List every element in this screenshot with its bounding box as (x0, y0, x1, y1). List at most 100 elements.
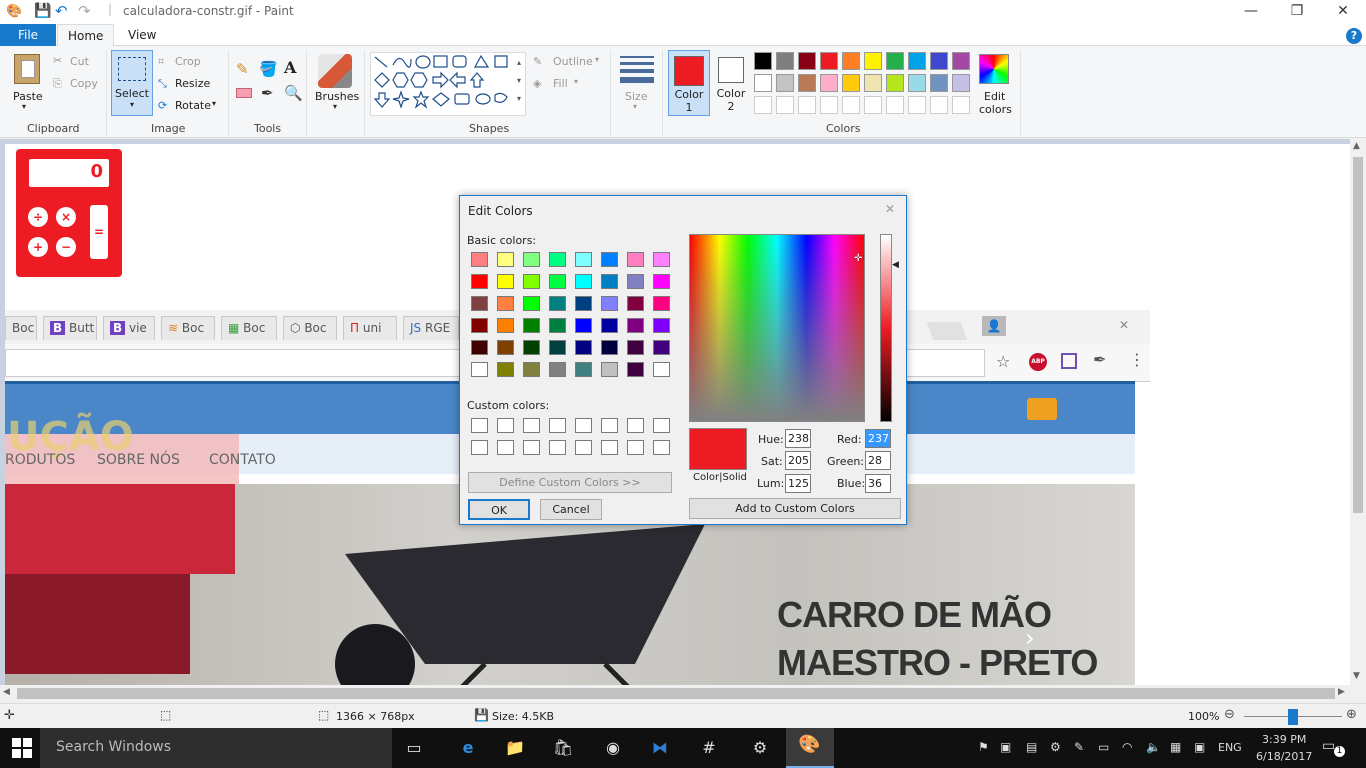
zoom-in-icon[interactable]: ⊕ (1346, 707, 1357, 722)
palette-swatch[interactable] (776, 74, 794, 92)
dialog-close-icon[interactable]: ✕ (885, 202, 895, 216)
edit-colors-label[interactable]: Edit (984, 90, 1005, 103)
size-icon[interactable] (620, 56, 654, 83)
palette-swatch[interactable] (908, 74, 926, 92)
store-icon[interactable]: 🛍 (551, 736, 575, 760)
basic-color-swatch[interactable] (627, 318, 644, 333)
basic-color-swatch[interactable] (497, 252, 514, 267)
save-icon[interactable]: 💾 (34, 3, 51, 19)
basic-color-swatch[interactable] (601, 318, 618, 333)
select-button[interactable]: Select ▾ (111, 50, 153, 116)
basic-color-swatch[interactable] (471, 252, 488, 267)
task-view-icon[interactable]: ▭ (402, 736, 426, 760)
basic-color-swatch[interactable] (523, 274, 540, 289)
luminance-arrow-icon[interactable]: ◀ (892, 260, 899, 270)
custom-color-swatch[interactable] (523, 440, 540, 455)
chrome-icon[interactable]: ◉ (601, 736, 625, 760)
tray-icon-4[interactable]: ⚙ (1050, 740, 1061, 754)
palette-swatch[interactable] (886, 74, 904, 92)
undo-icon[interactable]: ↶ (55, 2, 68, 20)
custom-color-swatch[interactable] (549, 440, 566, 455)
palette-swatch[interactable] (864, 96, 882, 114)
basic-color-swatch[interactable] (549, 296, 566, 311)
ok-button[interactable]: OK (468, 499, 530, 520)
windows-start-icon[interactable] (12, 738, 32, 758)
scroll-right-icon[interactable]: ▶ (1338, 687, 1345, 697)
slack-icon[interactable]: # (697, 736, 721, 760)
basic-color-swatch[interactable] (497, 296, 514, 311)
resize-button[interactable]: Resize (175, 77, 210, 90)
redo-icon[interactable]: ↷ (78, 2, 91, 20)
vertical-scrollbar[interactable]: ▲ ▼ (1350, 139, 1366, 685)
custom-color-swatch[interactable] (497, 418, 514, 433)
edit-colors-label-2[interactable]: colors (979, 103, 1012, 116)
maximize-button[interactable]: ❐ (1274, 0, 1320, 24)
horizontal-scrollbar[interactable]: ◀ ▶ (0, 685, 1366, 702)
basic-color-swatch[interactable] (601, 340, 618, 355)
paste-button[interactable] (10, 52, 44, 88)
basic-color-swatch[interactable] (549, 340, 566, 355)
define-custom-colors-button[interactable]: Define Custom Colors >> (468, 472, 672, 493)
basic-color-swatch[interactable] (627, 274, 644, 289)
edit-colors-icon[interactable] (979, 54, 1009, 84)
close-button[interactable]: ✕ (1320, 0, 1366, 24)
outline-dropdown-icon[interactable]: ▾ (595, 55, 599, 64)
magnifier-icon[interactable]: 🔍 (284, 84, 303, 102)
custom-color-swatch[interactable] (471, 440, 488, 455)
blue-field[interactable]: 36 (865, 474, 891, 493)
tray-icon-1[interactable]: ⚑ (978, 740, 989, 754)
basic-color-swatch[interactable] (471, 274, 488, 289)
scroll-down-icon[interactable]: ▼ (1353, 671, 1360, 681)
add-to-custom-colors-button[interactable]: Add to Custom Colors (689, 498, 901, 519)
palette-swatch[interactable] (798, 52, 816, 70)
basic-color-swatch[interactable] (471, 296, 488, 311)
brushes-button[interactable]: Brushes (315, 90, 359, 103)
palette-swatch[interactable] (798, 96, 816, 114)
palette-swatch[interactable] (776, 52, 794, 70)
zoom-out-icon[interactable]: ⊖ (1224, 707, 1235, 722)
basic-color-swatch[interactable] (627, 296, 644, 311)
palette-swatch[interactable] (886, 96, 904, 114)
basic-color-swatch[interactable] (601, 274, 618, 289)
custom-color-swatch[interactable] (627, 440, 644, 455)
clock-date[interactable]: 6/18/2017 (1256, 750, 1312, 763)
custom-color-swatch[interactable] (601, 440, 618, 455)
palette-swatch[interactable] (754, 52, 772, 70)
basic-color-swatch[interactable] (497, 340, 514, 355)
horizontal-scroll-thumb[interactable] (17, 688, 1335, 699)
custom-color-swatch[interactable] (601, 418, 618, 433)
palette-swatch[interactable] (754, 96, 772, 114)
red-field[interactable]: 237 (865, 429, 891, 448)
basic-color-swatch[interactable] (575, 340, 592, 355)
hue-field[interactable]: 238 (785, 429, 811, 448)
custom-color-swatch[interactable] (549, 418, 566, 433)
basic-color-swatch[interactable] (549, 318, 566, 333)
app-icon[interactable]: ⚙ (748, 736, 772, 760)
vertical-scroll-thumb[interactable] (1353, 157, 1363, 513)
paste-dropdown-icon[interactable]: ▾ (22, 102, 26, 111)
minimize-button[interactable]: — (1228, 0, 1274, 24)
palette-swatch[interactable] (930, 96, 948, 114)
basic-color-swatch[interactable] (471, 340, 488, 355)
basic-color-swatch[interactable] (653, 296, 670, 311)
palette-swatch[interactable] (908, 96, 926, 114)
basic-color-swatch[interactable] (575, 274, 592, 289)
scroll-up-icon[interactable]: ▲ (1353, 141, 1360, 151)
basic-color-swatch[interactable] (627, 252, 644, 267)
rotate-dropdown-icon[interactable]: ▾ (212, 99, 216, 108)
custom-color-swatch[interactable] (471, 418, 488, 433)
scroll-left-icon[interactable]: ◀ (3, 687, 10, 697)
basic-color-swatch[interactable] (575, 318, 592, 333)
paint-app-icon[interactable]: 🎨 (6, 4, 22, 19)
copy-button[interactable]: Copy (70, 77, 98, 90)
tray-icon-3[interactable]: ▤ (1026, 740, 1037, 754)
size-dropdown-icon[interactable]: ▾ (633, 102, 637, 111)
palette-swatch[interactable] (952, 74, 970, 92)
basic-color-swatch[interactable] (497, 318, 514, 333)
custom-color-swatch[interactable] (523, 418, 540, 433)
basic-color-swatch[interactable] (627, 362, 644, 377)
basic-color-swatch[interactable] (575, 362, 592, 377)
visual-studio-icon[interactable]: ⧓ (648, 736, 672, 760)
palette-swatch[interactable] (798, 74, 816, 92)
basic-color-swatch[interactable] (549, 274, 566, 289)
